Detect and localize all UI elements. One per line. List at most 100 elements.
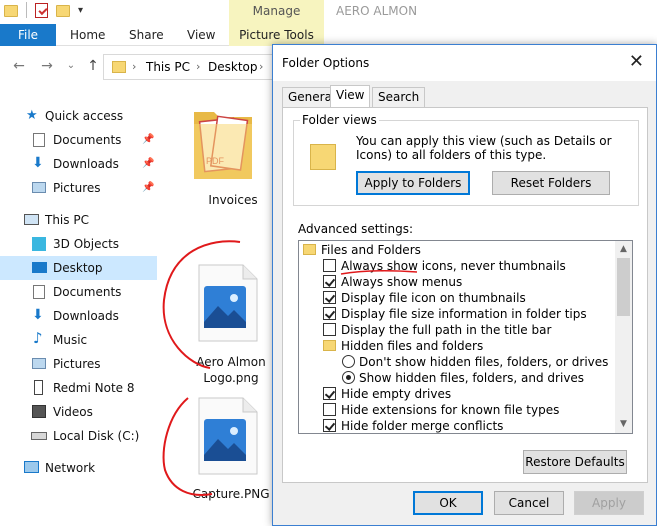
red-annotation-marks xyxy=(162,240,241,496)
advanced-settings-list[interactable]: Files and Folders Always show icons, nev… xyxy=(298,240,633,434)
setting-checkbox[interactable] xyxy=(323,259,336,272)
nav-documents[interactable]: Documents xyxy=(0,280,157,304)
manage-contextual-tab[interactable]: Manage xyxy=(229,0,324,24)
setting-checkbox[interactable] xyxy=(323,419,336,432)
setting-radio[interactable] xyxy=(342,355,355,368)
tab-home[interactable]: Home xyxy=(70,24,105,46)
setting-row[interactable]: Display the full path in the title bar xyxy=(299,322,609,338)
nav-network[interactable]: Network xyxy=(0,456,157,480)
documents-icon xyxy=(33,133,45,147)
nav-pictures-quick[interactable]: Pictures 📌 xyxy=(0,176,157,200)
up-icon[interactable]: ↑ xyxy=(84,57,102,75)
tab-view[interactable]: View xyxy=(330,85,371,108)
nav-redmi-note-8[interactable]: Redmi Note 8 xyxy=(0,376,157,400)
setting-row: Hidden files and folders xyxy=(299,338,609,354)
setting-label: Display file icon on thumbnails xyxy=(341,291,526,305)
nav-label: Network xyxy=(45,461,96,475)
setting-checkbox[interactable] xyxy=(323,291,336,304)
reset-folders-button[interactable]: Reset Folders xyxy=(492,171,610,195)
drive-icon xyxy=(31,432,47,440)
new-folder-icon[interactable] xyxy=(56,5,70,17)
nav-music[interactable]: ♪ Music xyxy=(0,328,157,352)
restore-defaults-button[interactable]: Restore Defaults xyxy=(523,450,627,474)
tab-search[interactable]: Search xyxy=(372,87,426,107)
folder-icon: PDF xyxy=(194,112,252,179)
nav-documents-quick[interactable]: Documents 📌 xyxy=(0,128,157,152)
setting-row[interactable]: Display file icon on thumbnails xyxy=(299,290,609,306)
nav-label: Redmi Note 8 xyxy=(53,381,135,395)
properties-icon[interactable] xyxy=(35,2,48,18)
breadcrumb-desktop[interactable]: Desktop xyxy=(208,60,258,74)
folder-views-group: Folder views You can apply this view (su… xyxy=(293,113,639,206)
setting-row[interactable]: Hide extensions for known file types xyxy=(299,402,609,418)
setting-checkbox[interactable] xyxy=(323,323,336,336)
nav-desktop[interactable]: Desktop xyxy=(0,256,157,280)
nav-label: Documents xyxy=(53,133,122,147)
setting-checkbox[interactable] xyxy=(323,275,336,288)
settings-scrollbar[interactable]: ▲ ▼ xyxy=(615,241,632,433)
nav-downloads-quick[interactable]: ⬇ Downloads 📌 xyxy=(0,152,157,176)
scrollbar-thumb[interactable] xyxy=(617,258,630,316)
nav-quick-access[interactable]: ★ Quick access xyxy=(0,104,157,128)
setting-row[interactable]: Show hidden files, folders, and drives xyxy=(299,370,609,386)
tab-picture-tools[interactable]: Picture Tools xyxy=(229,24,324,46)
nav-label: Music xyxy=(53,333,88,347)
folder-view-icon xyxy=(310,144,336,170)
setting-row[interactable]: Display file size information in folder … xyxy=(299,306,609,322)
forward-icon[interactable]: → xyxy=(38,57,56,75)
folder-icon[interactable] xyxy=(4,5,18,17)
nav-videos[interactable]: Videos xyxy=(0,400,157,424)
back-icon[interactable]: ← xyxy=(10,57,28,75)
nav-label: Downloads xyxy=(53,309,119,323)
customize-toolbar-icon[interactable]: ▾ xyxy=(78,5,83,16)
setting-checkbox[interactable] xyxy=(323,403,336,416)
setting-checkbox[interactable] xyxy=(323,387,336,400)
setting-label: Hide empty drives xyxy=(341,387,452,401)
setting-checkbox[interactable] xyxy=(323,307,336,320)
nav-this-pc[interactable]: This PC xyxy=(0,208,157,232)
setting-label: Display file size information in folder … xyxy=(341,307,587,321)
pin-icon[interactable]: 📌 xyxy=(142,182,154,193)
apply-to-folders-button[interactable]: Apply to Folders xyxy=(356,171,470,195)
nav-label: Quick access xyxy=(45,109,124,123)
close-icon[interactable]: ✕ xyxy=(629,51,644,72)
advanced-settings-label: Advanced settings: xyxy=(298,222,413,236)
scroll-up-icon[interactable]: ▲ xyxy=(615,241,632,258)
invoices-folder[interactable]: PDF xyxy=(188,104,268,184)
recent-locations-icon[interactable]: ⌄ xyxy=(62,57,80,75)
documents-icon xyxy=(33,285,45,299)
pin-icon[interactable]: 📌 xyxy=(142,158,154,169)
desktop-icon xyxy=(32,262,47,273)
pin-icon[interactable]: 📌 xyxy=(142,134,154,145)
music-icon: ♪ xyxy=(33,329,43,347)
computer-icon xyxy=(24,214,39,225)
scroll-down-icon[interactable]: ▼ xyxy=(615,416,632,433)
tab-view[interactable]: View xyxy=(187,24,215,46)
quick-access-toolbar: ▾ xyxy=(4,2,83,18)
breadcrumb-separator-icon[interactable]: › xyxy=(196,60,200,73)
breadcrumb-separator-icon[interactable]: › xyxy=(259,60,263,73)
ok-button[interactable]: OK xyxy=(413,491,483,515)
nav-local-disk[interactable]: Local Disk (C:) xyxy=(0,424,157,448)
tab-share[interactable]: Share xyxy=(129,24,164,46)
nav-3d-objects[interactable]: 3D Objects xyxy=(0,232,157,256)
folder-options-dialog: Folder Options ✕ General View Search Fol… xyxy=(272,44,657,526)
setting-row: Files and Folders xyxy=(299,242,609,258)
setting-row[interactable]: Hide folder merge conflicts xyxy=(299,418,609,433)
pictures-icon xyxy=(32,182,46,193)
tab-file[interactable]: File xyxy=(0,24,56,46)
nav-downloads[interactable]: ⬇ Downloads xyxy=(0,304,157,328)
breadcrumb-this-pc[interactable]: This PC xyxy=(146,60,190,74)
setting-radio[interactable] xyxy=(342,371,355,384)
setting-label: Always show menus xyxy=(341,275,463,289)
apply-button[interactable]: Apply xyxy=(574,491,644,515)
setting-row[interactable]: Don't show hidden files, folders, or dri… xyxy=(299,354,609,370)
nav-pictures[interactable]: Pictures xyxy=(0,352,157,376)
setting-row[interactable]: Hide empty drives xyxy=(299,386,609,402)
nav-label: This PC xyxy=(45,213,89,227)
nav-label: 3D Objects xyxy=(53,237,120,251)
setting-label: Show hidden files, folders, and drives xyxy=(359,371,585,385)
breadcrumb-separator-icon[interactable]: › xyxy=(132,60,136,73)
cancel-button[interactable]: Cancel xyxy=(494,491,564,515)
setting-row[interactable]: Always show menus xyxy=(299,274,609,290)
